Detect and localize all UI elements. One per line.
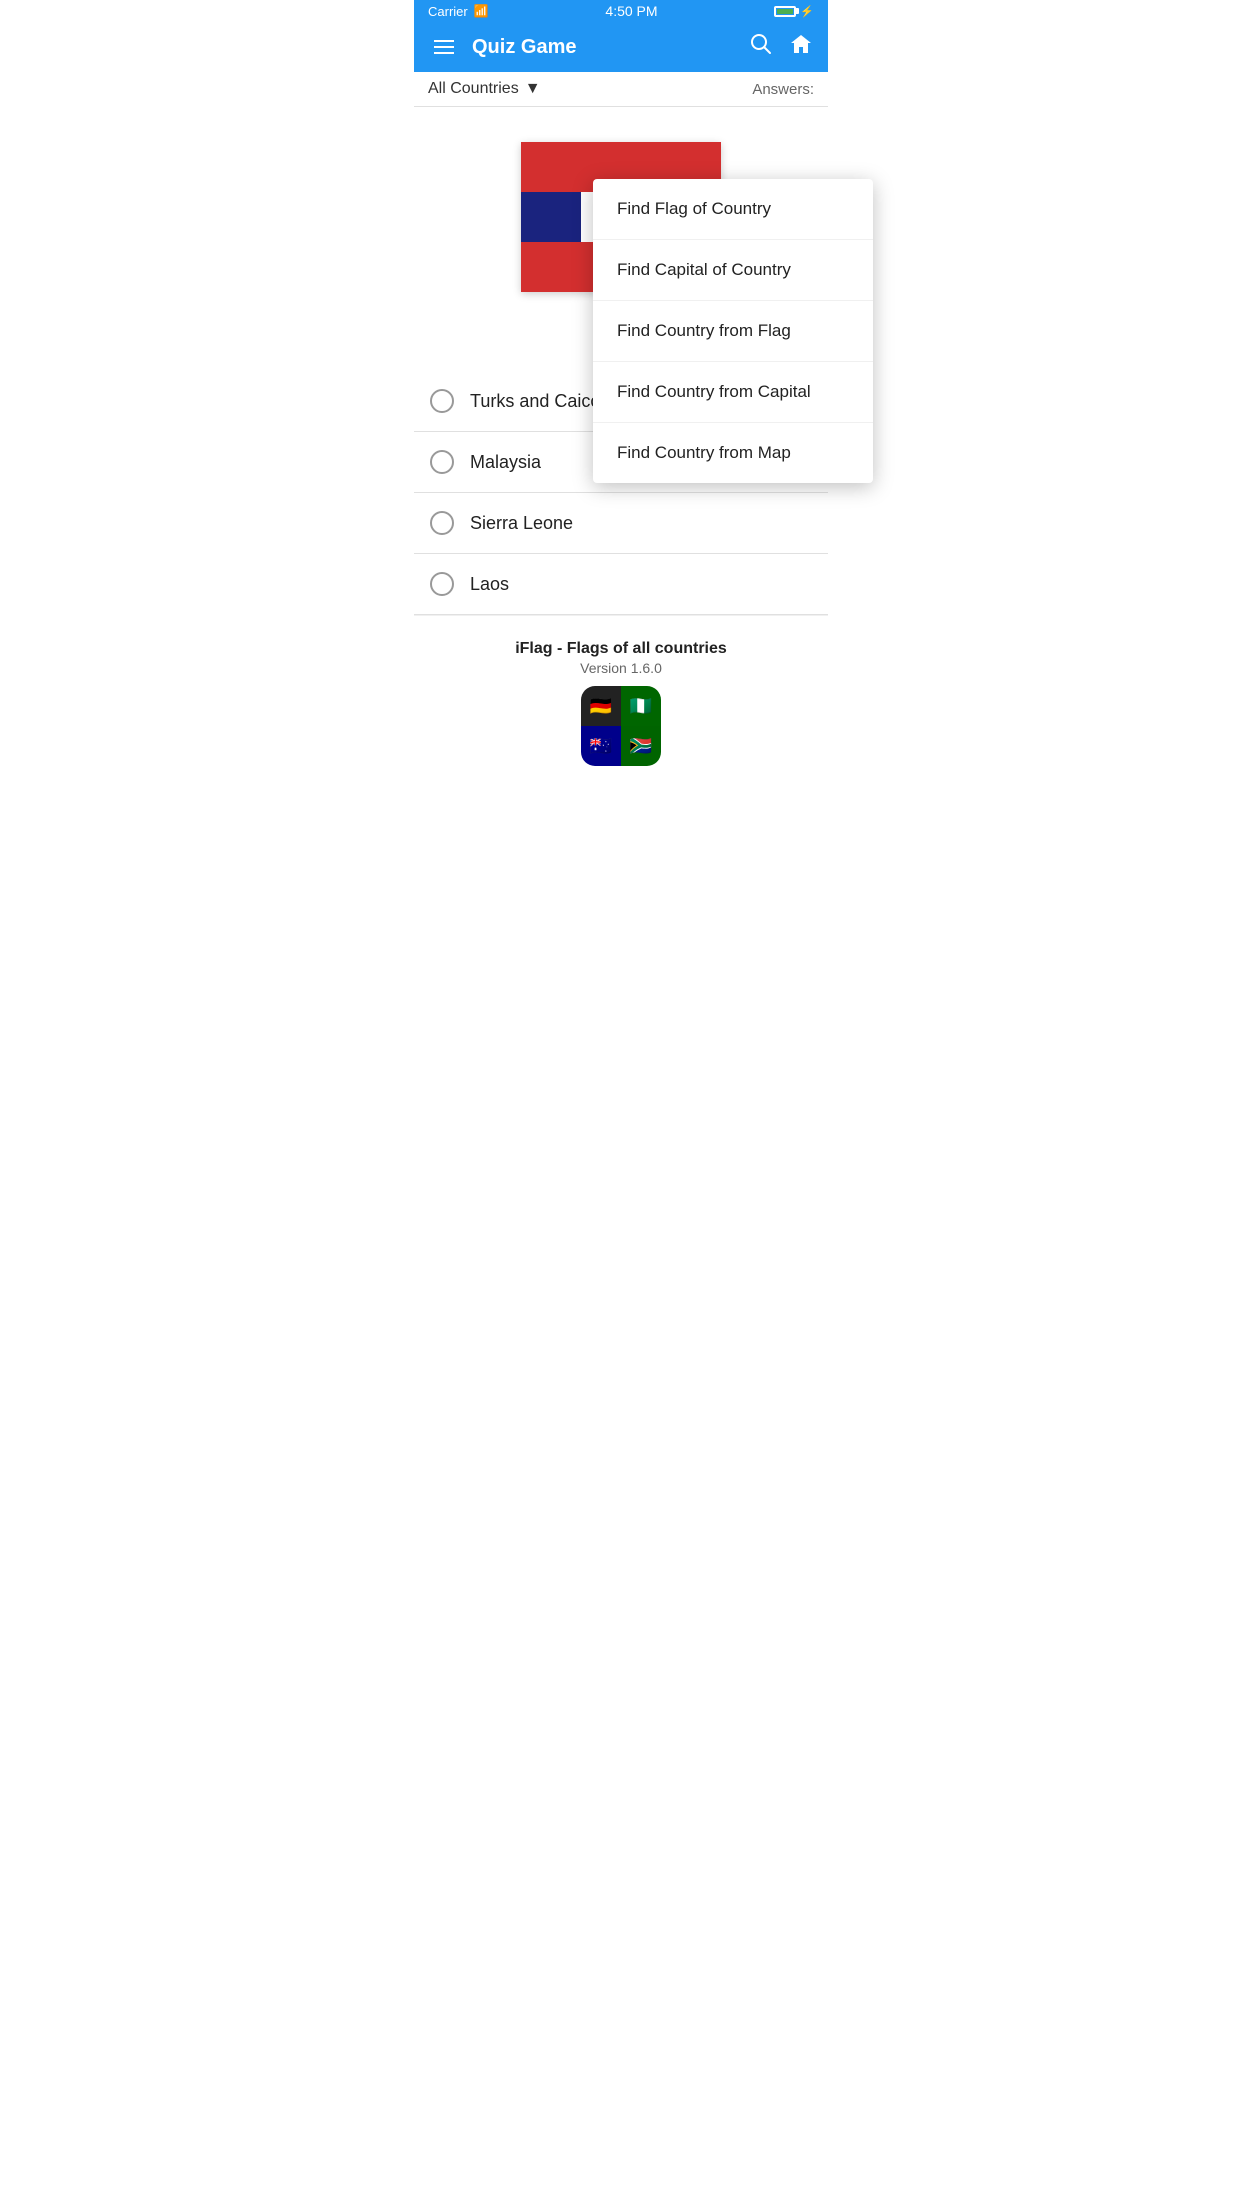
option-text-2: Malaysia [470,452,541,473]
app-icon: 🇩🇪 🇳🇬 🇦🇺 🇿🇦 [581,686,661,766]
battery-icon [774,6,796,17]
filter-bar: All Countries ▼ Answers: [414,72,828,107]
dropdown-menu: Find Flag of Country Find Capital of Cou… [593,179,873,483]
chevron-down-icon: ▼ [525,80,541,98]
wifi-icon: 📶 [474,4,489,18]
dropdown-item-find-country-map[interactable]: Find Country from Map [593,423,873,483]
status-left: Carrier 📶 [428,4,489,19]
option-text-4: Laos [470,574,509,595]
category-label: All Countries [428,80,519,98]
search-icon[interactable] [750,33,772,61]
option-item-3[interactable]: Sierra Leone [414,493,828,554]
bolt-icon: ⚡ [800,5,814,18]
flag-cell-2: 🇳🇬 [621,686,661,726]
answers-label: Answers: [752,81,814,98]
footer: iFlag - Flags of all countries Version 1… [414,615,828,778]
radio-2[interactable] [430,450,454,474]
flag-cell-1: 🇩🇪 [581,686,621,726]
app-title: Quiz Game [472,36,750,59]
app-version: Version 1.6.0 [430,660,812,676]
carrier-label: Carrier [428,4,468,19]
nav-icons [750,33,812,61]
radio-1[interactable] [430,389,454,413]
option-item-4[interactable]: Laos [414,554,828,615]
radio-3[interactable] [430,511,454,535]
radio-4[interactable] [430,572,454,596]
status-bar: Carrier 📶 4:50 PM ⚡ [414,0,828,22]
time-label: 4:50 PM [605,3,657,19]
app-name: iFlag - Flags of all countries [430,640,812,658]
dropdown-item-find-country-flag[interactable]: Find Country from Flag [593,301,873,362]
nav-bar: Quiz Game [414,22,828,72]
home-icon[interactable] [790,33,812,61]
dropdown-item-find-capital[interactable]: Find Capital of Country [593,240,873,301]
dropdown-item-find-country-capital[interactable]: Find Country from Capital [593,362,873,423]
category-selector[interactable]: All Countries ▼ [428,80,541,98]
main-content: Find Flag of Country Find Capital of Cou… [414,107,828,778]
flag-cell-4: 🇿🇦 [621,726,661,766]
flag-cell-3: 🇦🇺 [581,726,621,766]
option-text-3: Sierra Leone [470,513,573,534]
dropdown-item-find-flag[interactable]: Find Flag of Country [593,179,873,240]
hamburger-menu[interactable] [430,36,458,58]
status-right: ⚡ [774,5,814,18]
